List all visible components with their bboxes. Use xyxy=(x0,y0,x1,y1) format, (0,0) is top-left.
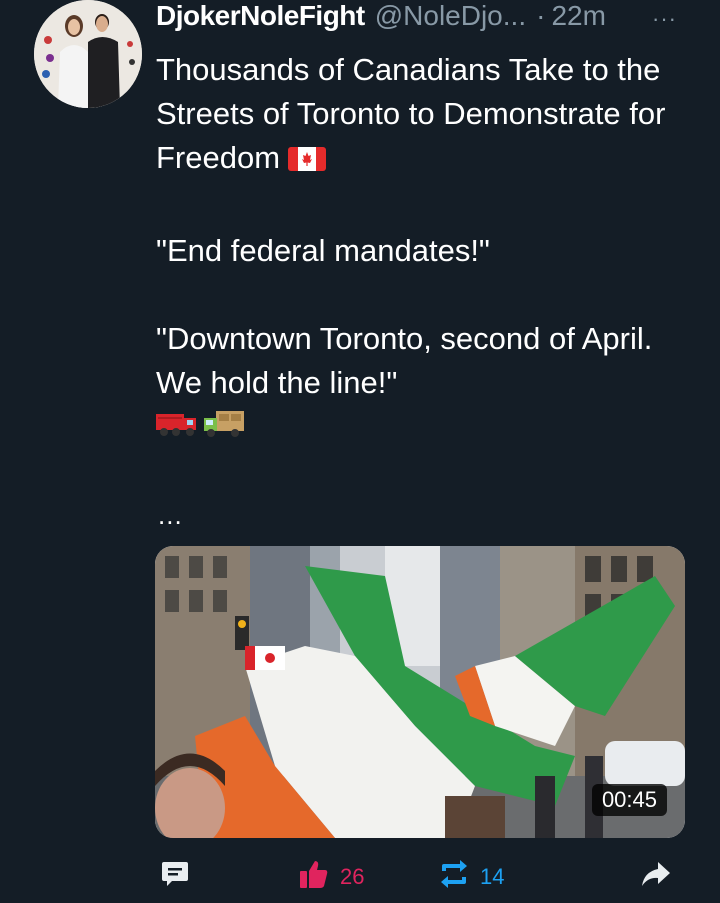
tweet-line-1: Thousands of Canadians Take to the Stree… xyxy=(156,48,696,185)
like-count: 26 xyxy=(340,864,365,889)
tweet-line-3: "Downtown Toronto, second of April. We h… xyxy=(156,321,653,400)
tweet-header: DjokerNoleFight @NoleDjo... · 22m xyxy=(156,0,606,32)
retweet-count: 14 xyxy=(480,864,505,889)
video-duration: 00:45 xyxy=(591,784,667,816)
delivery-truck-emoji xyxy=(204,406,246,450)
display-name[interactable]: DjokerNoleFight xyxy=(156,0,365,32)
tweet-actions: 26 14 xyxy=(0,855,720,899)
tweet-text: Thousands of Canadians Take to the Stree… xyxy=(156,48,696,445)
retweet-icon xyxy=(438,859,470,895)
timestamp[interactable]: 22m xyxy=(551,0,605,32)
tweet-line-1-text: Thousands of Canadians Take to the Stree… xyxy=(156,52,666,175)
emoji-row xyxy=(156,411,696,445)
truck-emoji xyxy=(156,406,198,450)
retweet-button[interactable]: 14 xyxy=(438,855,504,899)
handle[interactable]: @NoleDjo... xyxy=(375,0,526,32)
tweet[interactable]: DjokerNoleFight @NoleDjo... · 22m ··· Th… xyxy=(0,0,720,903)
video-media[interactable]: 00:45 xyxy=(155,546,685,838)
text-ellipsis: ... xyxy=(158,500,183,530)
share-button[interactable] xyxy=(640,855,672,899)
like-button[interactable]: 26 xyxy=(298,855,364,899)
canada-flag-emoji xyxy=(288,141,327,185)
reply-icon xyxy=(160,859,190,895)
more-options-icon[interactable]: ··· xyxy=(652,6,677,32)
avatar[interactable] xyxy=(34,0,142,108)
reply-button[interactable] xyxy=(160,855,190,899)
share-icon xyxy=(640,860,672,894)
tweet-line-2: "End federal mandates!" xyxy=(156,233,490,268)
thumbs-up-icon xyxy=(298,858,330,896)
separator-dot: · xyxy=(536,0,546,31)
avatar-image xyxy=(34,0,142,108)
